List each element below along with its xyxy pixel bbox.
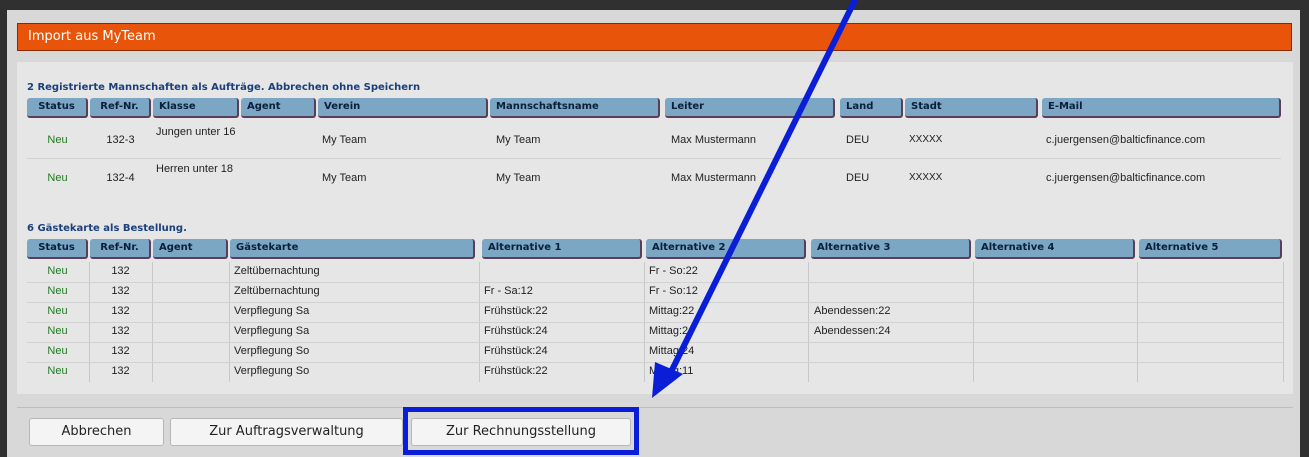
arrow-icon xyxy=(652,0,858,398)
